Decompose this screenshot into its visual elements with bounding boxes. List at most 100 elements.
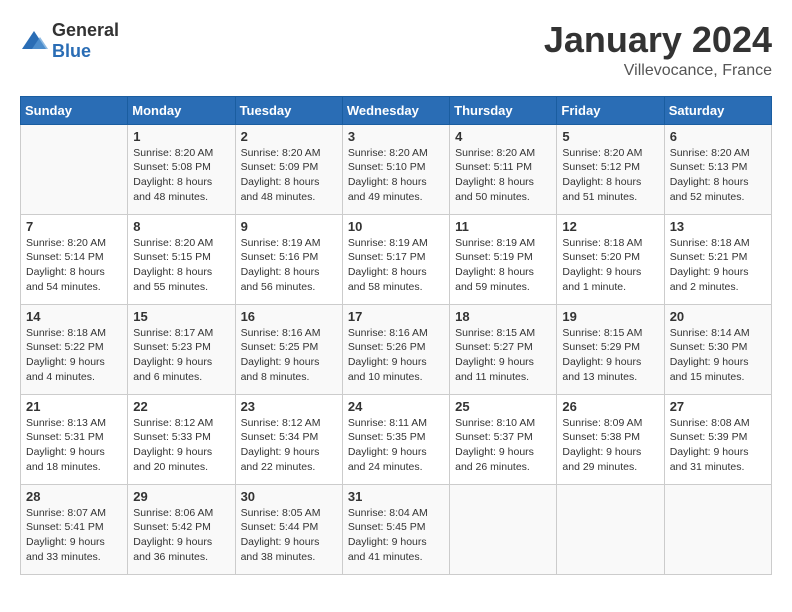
day-cell: 2Sunrise: 8:20 AMSunset: 5:09 PMDaylight… [235,124,342,214]
day-cell: 3 Sunrise: 8:20 AMSunset: 5:10 PMDaylight… [342,124,449,214]
day-info: Sunrise: 8:20 AMSunset: 5:15 PMDaylight:… [133,237,213,293]
week-row-3: 14Sunrise: 8:18 AMSunset: 5:22 PMDayligh… [21,304,772,394]
calendar-header: SundayMondayTuesdayWednesdayThursdayFrid… [21,96,772,124]
day-number: 9 [241,219,337,234]
day-cell: 12 Sunrise: 8:18 AMSunset: 5:20 PMDayligh… [557,214,664,304]
day-number: 23 [241,399,337,414]
header-cell-wednesday: Wednesday [342,96,449,124]
day-number: 1 [133,129,229,144]
day-info: Sunrise: 8:19 AMSunset: 5:17 PMDaylight:… [348,237,428,293]
day-number: 18 [455,309,551,324]
day-info: Sunrise: 8:06 AMSunset: 5:42 PMDaylight:… [133,507,213,563]
day-number: 30 [241,489,337,504]
day-number: 7 [26,219,122,234]
day-cell: 20 Sunrise: 8:14 AMSunset: 5:30 PMDayligh… [664,304,771,394]
day-number: 31 [348,489,444,504]
day-info: Sunrise: 8:12 AMSunset: 5:34 PMDaylight:… [241,417,321,473]
logo-general: General [52,20,119,40]
header-cell-monday: Monday [128,96,235,124]
day-info: Sunrise: 8:17 AMSunset: 5:23 PMDaylight:… [133,327,213,383]
day-cell: 18 Sunrise: 8:15 AMSunset: 5:27 PMDayligh… [450,304,557,394]
day-number: 13 [670,219,766,234]
day-number: 12 [562,219,658,234]
day-number: 19 [562,309,658,324]
week-row-2: 7 Sunrise: 8:20 AMSunset: 5:14 PMDaylight… [21,214,772,304]
day-cell: 31 Sunrise: 8:04 AMSunset: 5:45 PMDayligh… [342,484,449,574]
day-cell: 11 Sunrise: 8:19 AMSunset: 5:19 PMDayligh… [450,214,557,304]
calendar-body: 1 Sunrise: 8:20 AMSunset: 5:08 PMDaylight… [21,124,772,574]
day-cell [450,484,557,574]
day-number: 20 [670,309,766,324]
day-cell: 30 Sunrise: 8:05 AMSunset: 5:44 PMDayligh… [235,484,342,574]
header-cell-sunday: Sunday [21,96,128,124]
day-number: 22 [133,399,229,414]
day-cell: 26Sunrise: 8:09 AMSunset: 5:38 PMDayligh… [557,394,664,484]
header-cell-saturday: Saturday [664,96,771,124]
week-row-4: 21 Sunrise: 8:13 AMSunset: 5:31 PMDayligh… [21,394,772,484]
day-info: Sunrise: 8:10 AMSunset: 5:37 PMDaylight:… [455,417,535,473]
day-number: 8 [133,219,229,234]
day-info: Sunrise: 8:15 AMSunset: 5:29 PMDaylight:… [562,327,642,383]
day-number: 10 [348,219,444,234]
day-cell: 9 Sunrise: 8:19 AMSunset: 5:16 PMDaylight… [235,214,342,304]
day-number: 27 [670,399,766,414]
day-info: Sunrise: 8:15 AMSunset: 5:27 PMDaylight:… [455,327,535,383]
day-info: Sunrise: 8:11 AMSunset: 5:35 PMDaylight:… [348,417,427,473]
day-cell: 24 Sunrise: 8:11 AMSunset: 5:35 PMDayligh… [342,394,449,484]
day-info: Sunrise: 8:20 AMSunset: 5:12 PMDaylight:… [562,147,642,203]
day-cell: 14Sunrise: 8:18 AMSunset: 5:22 PMDayligh… [21,304,128,394]
day-number: 16 [241,309,337,324]
day-number: 25 [455,399,551,414]
logo-blue: Blue [52,41,91,61]
day-info: Sunrise: 8:05 AMSunset: 5:44 PMDaylight:… [241,507,321,563]
day-cell [664,484,771,574]
day-info: Sunrise: 8:18 AMSunset: 5:22 PMDaylight:… [26,327,106,383]
day-number: 21 [26,399,122,414]
day-info: Sunrise: 8:20 AMSunset: 5:11 PMDaylight:… [455,147,535,203]
day-cell: 6 Sunrise: 8:20 AMSunset: 5:13 PMDaylight… [664,124,771,214]
day-number: 3 [348,129,444,144]
day-info: Sunrise: 8:18 AMSunset: 5:20 PMDaylight:… [562,237,642,293]
day-cell: 8 Sunrise: 8:20 AMSunset: 5:15 PMDaylight… [128,214,235,304]
header-cell-friday: Friday [557,96,664,124]
week-row-5: 28 Sunrise: 8:07 AMSunset: 5:41 PMDayligh… [21,484,772,574]
logo-icon [20,29,48,53]
calendar-table: SundayMondayTuesdayWednesdayThursdayFrid… [20,96,772,575]
day-info: Sunrise: 8:20 AMSunset: 5:09 PMDaylight:… [241,147,321,203]
day-cell: 27Sunrise: 8:08 AMSunset: 5:39 PMDayligh… [664,394,771,484]
week-row-1: 1 Sunrise: 8:20 AMSunset: 5:08 PMDaylight… [21,124,772,214]
logo-text: General Blue [52,20,119,62]
day-cell: 13Sunrise: 8:18 AMSunset: 5:21 PMDayligh… [664,214,771,304]
location-title: Villevocance, France [544,62,772,80]
day-cell: 17Sunrise: 8:16 AMSunset: 5:26 PMDayligh… [342,304,449,394]
day-cell: 21 Sunrise: 8:13 AMSunset: 5:31 PMDayligh… [21,394,128,484]
day-info: Sunrise: 8:09 AMSunset: 5:38 PMDaylight:… [562,417,642,473]
day-cell: 7 Sunrise: 8:20 AMSunset: 5:14 PMDaylight… [21,214,128,304]
day-number: 11 [455,219,551,234]
day-number: 24 [348,399,444,414]
day-info: Sunrise: 8:20 AMSunset: 5:08 PMDaylight:… [133,147,213,203]
day-cell: 19 Sunrise: 8:15 AMSunset: 5:29 PMDayligh… [557,304,664,394]
day-info: Sunrise: 8:19 AMSunset: 5:16 PMDaylight:… [241,237,321,293]
day-info: Sunrise: 8:20 AMSunset: 5:14 PMDaylight:… [26,237,106,293]
day-number: 28 [26,489,122,504]
day-cell: 25 Sunrise: 8:10 AMSunset: 5:37 PMDayligh… [450,394,557,484]
page-header: General Blue January 2024 Villevocance, … [20,20,772,80]
day-cell: 15Sunrise: 8:17 AMSunset: 5:23 PMDayligh… [128,304,235,394]
header-cell-tuesday: Tuesday [235,96,342,124]
day-info: Sunrise: 8:19 AMSunset: 5:19 PMDaylight:… [455,237,535,293]
day-info: Sunrise: 8:16 AMSunset: 5:25 PMDaylight:… [241,327,321,383]
day-info: Sunrise: 8:20 AMSunset: 5:13 PMDaylight:… [670,147,750,203]
day-cell [21,124,128,214]
day-number: 17 [348,309,444,324]
day-info: Sunrise: 8:20 AMSunset: 5:10 PMDaylight:… [348,147,428,203]
day-cell: 4Sunrise: 8:20 AMSunset: 5:11 PMDaylight… [450,124,557,214]
day-info: Sunrise: 8:07 AMSunset: 5:41 PMDaylight:… [26,507,106,563]
day-number: 6 [670,129,766,144]
day-cell [557,484,664,574]
day-info: Sunrise: 8:04 AMSunset: 5:45 PMDaylight:… [348,507,428,563]
day-cell: 29Sunrise: 8:06 AMSunset: 5:42 PMDayligh… [128,484,235,574]
logo: General Blue [20,20,119,62]
day-info: Sunrise: 8:13 AMSunset: 5:31 PMDaylight:… [26,417,106,473]
day-info: Sunrise: 8:14 AMSunset: 5:30 PMDaylight:… [670,327,750,383]
